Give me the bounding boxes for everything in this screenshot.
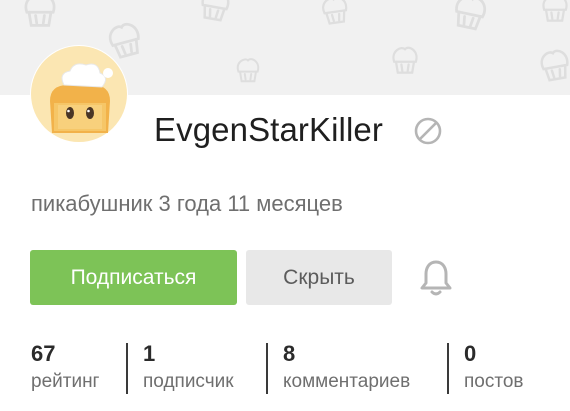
chef-toast-avatar-icon	[31, 46, 127, 142]
stat-rating[interactable]: 67 рейтинг	[31, 340, 100, 396]
stat-value: 0	[464, 341, 477, 366]
stat-label: подписчик	[143, 371, 234, 392]
stat-label: постов	[464, 371, 524, 392]
stat-value: 8	[283, 341, 296, 366]
stat-subscribers[interactable]: 1 подписчик	[143, 340, 234, 396]
stat-divider	[126, 343, 128, 394]
username: EvgenStarKiller	[154, 111, 383, 148]
stat-posts[interactable]: 0 постов	[464, 340, 524, 396]
stat-label: комментариев	[283, 371, 411, 392]
bell-icon[interactable]	[418, 258, 454, 298]
stat-value: 1	[143, 341, 156, 366]
stat-comments[interactable]: 8 комментариев	[283, 340, 410, 396]
stat-divider	[266, 343, 268, 394]
hide-button[interactable]: Скрыть	[246, 250, 392, 305]
stat-value: 67	[31, 341, 56, 366]
ban-icon	[413, 116, 443, 146]
tenure-text: пикабушник 3 года 11 месяцев	[31, 191, 343, 216]
subscribe-button[interactable]: Подписаться	[30, 250, 237, 305]
avatar[interactable]	[30, 45, 128, 143]
stat-divider	[447, 343, 449, 394]
stat-label: рейтинг	[31, 371, 100, 392]
